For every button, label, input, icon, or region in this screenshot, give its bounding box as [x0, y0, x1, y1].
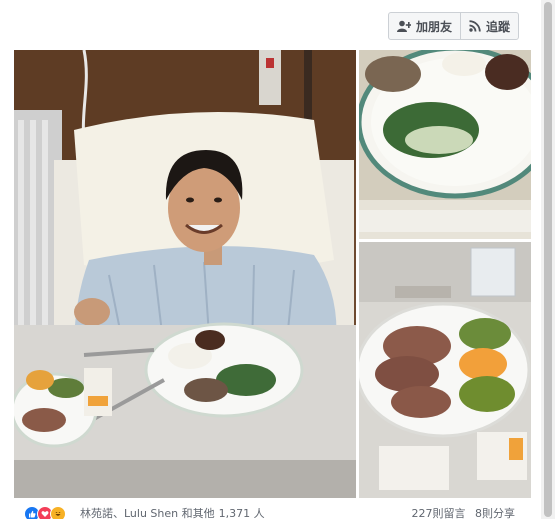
plate-photo-meat [359, 242, 531, 498]
hospital-bed-photo [14, 50, 356, 498]
reaction-icons[interactable] [24, 506, 66, 519]
follow-button[interactable]: 追蹤 [459, 13, 518, 39]
photo-plate-top[interactable] [359, 50, 531, 239]
share-count[interactable]: 8則分享 [475, 507, 515, 519]
plate-photo-greens [359, 50, 531, 239]
vertical-scrollbar[interactable] [541, 0, 555, 519]
haha-icon [50, 506, 66, 519]
post-card: 加朋友 追蹤 林苑諾、Lulu Shen 和其他 1,371 人 227則留言 … [0, 0, 542, 519]
reactor-names: 林苑諾、Lulu Shen 和其他 [80, 507, 215, 519]
add-friend-icon [396, 20, 411, 32]
add-friend-label: 加朋友 [415, 19, 452, 34]
scrollbar-thumb[interactable] [544, 2, 552, 517]
photo-plate-bottom[interactable] [359, 242, 531, 498]
reaction-summary[interactable]: 林苑諾、Lulu Shen 和其他 1,371 人 [80, 505, 265, 519]
photo-grid [14, 50, 531, 498]
rss-icon [469, 20, 481, 32]
profile-actions: 加朋友 追蹤 [387, 12, 519, 40]
photo-main[interactable] [14, 50, 356, 498]
post-footer: 林苑諾、Lulu Shen 和其他 1,371 人 227則留言 8則分享 [14, 505, 531, 519]
reaction-count: 1,371 人 [218, 507, 265, 519]
post-header: 加朋友 追蹤 [0, 0, 541, 48]
post-stats: 227則留言 8則分享 [412, 505, 516, 519]
comment-count[interactable]: 227則留言 [412, 507, 466, 519]
follow-label: 追蹤 [485, 19, 510, 34]
add-friend-button[interactable]: 加朋友 [389, 13, 460, 39]
